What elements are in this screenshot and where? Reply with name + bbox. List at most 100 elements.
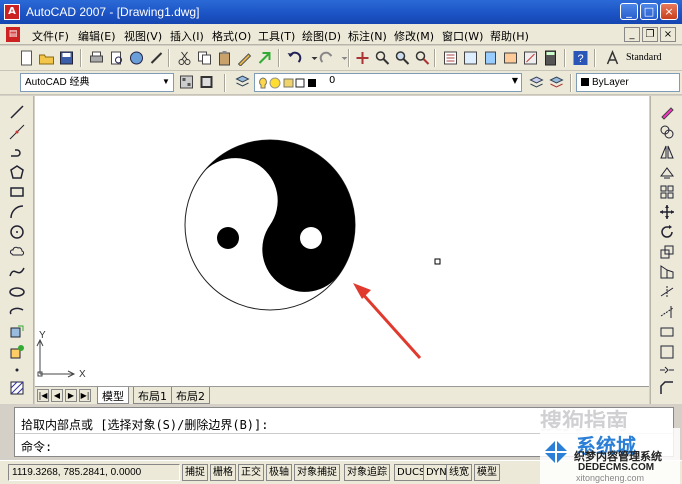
first-tab-button[interactable]: |◀ (37, 389, 49, 402)
new-file-icon[interactable] (18, 50, 35, 66)
menu-draw[interactable]: 绘图(D) (302, 28, 341, 44)
close-button[interactable]: × (660, 3, 678, 20)
insert-block-icon[interactable] (9, 324, 25, 340)
trim-icon[interactable] (659, 284, 675, 300)
markup-icon[interactable] (522, 50, 539, 66)
ellipse-arc-icon[interactable] (9, 304, 25, 320)
text-style-name[interactable]: Standard (626, 52, 662, 63)
sheet-set-icon[interactable] (502, 50, 519, 66)
menu-dimension[interactable]: 标注(N) (348, 28, 387, 44)
print-icon[interactable] (88, 50, 105, 66)
chamfer-icon[interactable] (659, 380, 675, 396)
match-properties-icon[interactable] (236, 50, 253, 66)
make-current-layer-icon[interactable] (528, 74, 545, 90)
menu-format[interactable]: 格式(O) (212, 28, 251, 44)
hatch-icon[interactable] (9, 380, 25, 396)
extend-icon[interactable] (659, 304, 675, 320)
circle-icon[interactable] (9, 224, 25, 240)
rectangle-icon[interactable] (9, 184, 25, 200)
construction-line-icon[interactable] (9, 124, 25, 140)
otrack-toggle[interactable]: 对象追踪 (344, 464, 390, 481)
menu-file[interactable]: 文件(F) (32, 28, 69, 44)
menu-help[interactable]: 帮助(H) (490, 28, 529, 44)
coordinate-readout[interactable]: 1119.3268, 785.2841, 0.0000 (8, 464, 180, 481)
spline-icon[interactable] (9, 264, 25, 280)
menu-view[interactable]: 视图(V) (124, 28, 162, 44)
tab-layout1[interactable]: 布局1 (133, 387, 172, 404)
pan-icon[interactable] (354, 50, 371, 66)
line-icon[interactable] (9, 104, 25, 120)
erase-icon[interactable] (659, 104, 675, 120)
lineweight-toggle[interactable]: 线宽 (446, 464, 472, 481)
block-editor-icon[interactable] (256, 50, 273, 66)
mdi-restore-button[interactable]: ❐ (642, 27, 658, 42)
help-icon[interactable]: ? (572, 50, 589, 66)
tab-layout2[interactable]: 布局2 (171, 387, 210, 404)
ortho-toggle[interactable]: 正交 (238, 464, 264, 481)
menu-insert[interactable]: 插入(I) (170, 28, 204, 44)
break-icon[interactable] (659, 344, 675, 360)
color-select[interactable]: ByLayer (576, 73, 680, 92)
command-prompt[interactable]: 命令: (21, 438, 52, 455)
calculator-icon[interactable] (542, 50, 559, 66)
save-icon[interactable] (58, 50, 75, 66)
ellipse-icon[interactable] (9, 284, 25, 300)
document-icon[interactable]: ▤ (6, 27, 20, 42)
properties-icon[interactable] (442, 50, 459, 66)
join-icon[interactable] (659, 362, 675, 378)
grid-toggle[interactable]: 栅格 (210, 464, 236, 481)
layer-select[interactable]: 0 ▼ (254, 73, 522, 92)
last-tab-button[interactable]: ▶| (79, 389, 91, 402)
revision-cloud-icon[interactable] (9, 244, 25, 260)
move-icon[interactable] (659, 204, 675, 220)
mdi-close-button[interactable]: × (660, 27, 676, 42)
menu-edit[interactable]: 编辑(E) (78, 28, 116, 44)
mdi-minimize-button[interactable]: _ (624, 27, 640, 42)
zoom-previous-icon[interactable] (414, 50, 431, 66)
model-toggle[interactable]: 模型 (474, 464, 500, 481)
previous-tab-button[interactable]: ◀ (51, 389, 63, 402)
autocad-app-icon[interactable]: A (4, 4, 20, 20)
menu-window[interactable]: 窗口(W) (442, 28, 483, 44)
tool-palettes-icon[interactable] (482, 50, 499, 66)
polyline-icon[interactable] (9, 144, 25, 160)
redo-dropdown-icon[interactable] (336, 50, 353, 66)
menu-tools[interactable]: 工具(T) (258, 28, 295, 44)
zoom-realtime-icon[interactable] (374, 50, 391, 66)
tab-model[interactable]: 模型 (97, 387, 129, 404)
redo-icon[interactable] (318, 50, 335, 66)
array-icon[interactable] (659, 184, 675, 200)
save-workspace-icon[interactable] (198, 74, 215, 90)
polar-toggle[interactable]: 极轴 (266, 464, 292, 481)
snap-toggle[interactable]: 捕捉 (182, 464, 208, 481)
paste-icon[interactable] (216, 50, 233, 66)
publish-icon[interactable] (128, 50, 145, 66)
polygon-icon[interactable] (9, 164, 25, 180)
copy-object-icon[interactable] (659, 124, 675, 140)
text-style-icon[interactable] (604, 50, 621, 66)
stretch-icon[interactable] (659, 264, 675, 280)
scale-icon[interactable] (659, 244, 675, 260)
zoom-window-icon[interactable] (394, 50, 411, 66)
design-center-icon[interactable] (462, 50, 479, 66)
workspace-select[interactable]: AutoCAD 经典 ▼ (20, 73, 174, 92)
copy-icon[interactable] (196, 50, 213, 66)
arc-icon[interactable] (9, 204, 25, 220)
minimize-button[interactable]: _ (620, 3, 638, 20)
osnap-toggle[interactable]: 对象捕捉 (294, 464, 340, 481)
open-folder-icon[interactable] (38, 50, 55, 66)
make-block-icon[interactable] (9, 344, 25, 360)
point-icon[interactable] (9, 362, 25, 378)
drawing-canvas[interactable]: Y X (35, 96, 649, 386)
menu-modify[interactable]: 修改(M) (394, 28, 434, 44)
command-window[interactable]: 拾取内部点或 [选择对象(S)/删除边界(B)]: 命令: (14, 407, 674, 457)
undo-icon[interactable] (286, 50, 303, 66)
offset-icon[interactable] (659, 164, 675, 180)
layer-properties-icon[interactable] (234, 74, 251, 90)
layer-previous-icon[interactable] (548, 74, 565, 90)
cut-icon[interactable] (176, 50, 193, 66)
print-preview-icon[interactable] (108, 50, 125, 66)
rotate-icon[interactable] (659, 224, 675, 240)
mirror-icon[interactable] (659, 144, 675, 160)
maximize-button[interactable]: □ (640, 3, 658, 20)
